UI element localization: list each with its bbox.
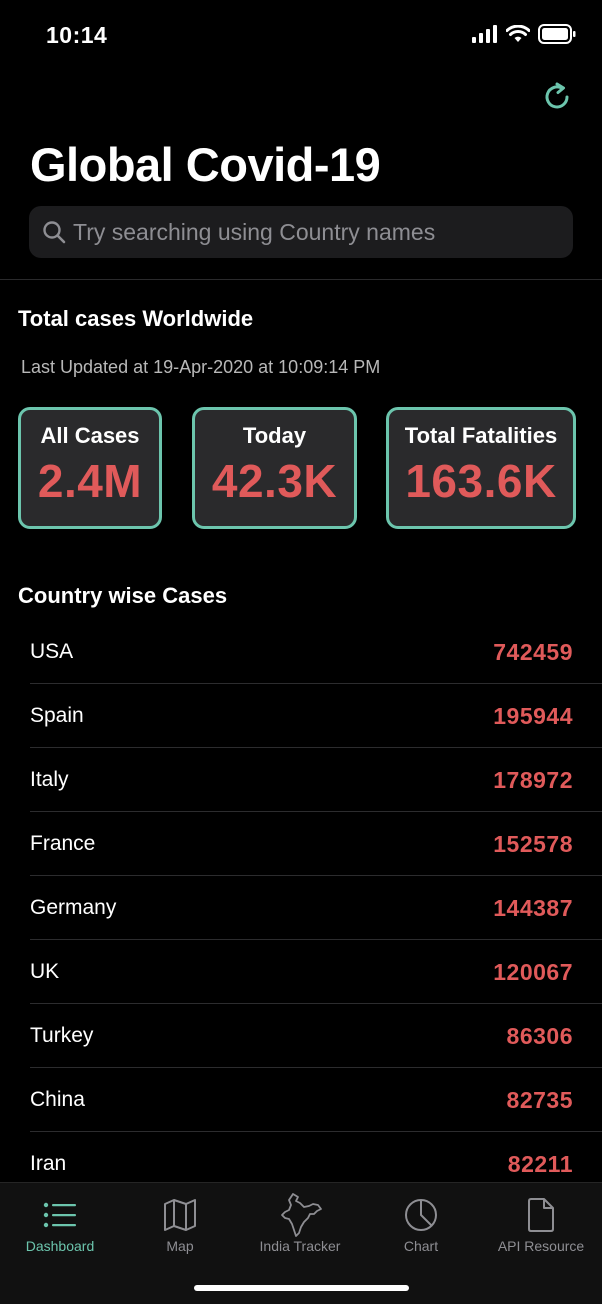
country-case-count: 178972 [493, 767, 573, 793]
stat-value: 163.6K [405, 455, 557, 507]
cellular-signal-icon [472, 25, 497, 43]
tab-chart[interactable]: Chart [361, 1183, 481, 1263]
country-row[interactable]: Italy 178972 [30, 748, 602, 812]
country-case-count: 120067 [493, 959, 573, 985]
country-case-count: 195944 [493, 703, 573, 729]
country-name: Spain [30, 704, 84, 727]
country-row[interactable]: USA 742459 [30, 620, 602, 684]
tab-india-tracker[interactable]: India Tracker [240, 1183, 360, 1263]
tab-label: Chart [403, 1238, 439, 1254]
country-list: USA 742459 Spain 195944 Italy 178972 Fra… [30, 620, 602, 1196]
country-row[interactable]: China 82735 [30, 1068, 602, 1132]
stat-card-all-cases[interactable]: All Cases 2.4M [18, 407, 162, 529]
tab-map[interactable]: Map [120, 1183, 240, 1263]
status-icons [472, 24, 576, 44]
wifi-icon [506, 25, 530, 42]
country-section-title: Country wise Cases [18, 583, 228, 608]
country-case-count: 742459 [493, 639, 573, 665]
country-name: France [30, 832, 96, 855]
country-name: USA [30, 640, 74, 663]
country-row[interactable]: Spain 195944 [30, 684, 602, 748]
map-icon [162, 1195, 198, 1235]
refresh-icon [545, 82, 569, 109]
tab-label: Map [166, 1238, 194, 1254]
stat-value: 2.4M [37, 455, 143, 507]
country-name: Iran [30, 1152, 67, 1175]
status-time: 10:14 [46, 22, 108, 48]
stat-label: All Cases [40, 423, 140, 448]
tab-label: India Tracker [259, 1238, 341, 1254]
list-icon [43, 1195, 77, 1235]
search-bar[interactable] [29, 206, 573, 258]
country-row[interactable]: Germany 144387 [30, 876, 602, 940]
search-input[interactable] [73, 218, 553, 246]
country-case-count: 152578 [493, 831, 573, 857]
status-bar: 10:14 [0, 0, 602, 72]
home-indicator[interactable] [194, 1285, 409, 1291]
country-name: Italy [30, 768, 69, 791]
country-name: Turkey [30, 1024, 94, 1047]
tab-label: Dashboard [25, 1238, 95, 1254]
pie-chart-icon [403, 1195, 439, 1235]
page-title: Global Covid-19 [30, 138, 381, 191]
stat-value: 42.3K [211, 455, 338, 507]
tab-dashboard[interactable]: Dashboard [0, 1183, 120, 1263]
stat-card-total-fatalities[interactable]: Total Fatalities 163.6K [386, 407, 576, 529]
country-row[interactable]: Turkey 86306 [30, 1004, 602, 1068]
stat-card-today[interactable]: Today 42.3K [192, 407, 357, 529]
battery-icon [538, 24, 576, 44]
country-name: China [30, 1088, 85, 1111]
country-case-count: 144387 [493, 895, 573, 921]
header-divider [0, 279, 602, 280]
document-icon [526, 1195, 556, 1235]
search-icon [43, 221, 66, 244]
refresh-button[interactable] [538, 78, 576, 116]
country-name: UK [30, 960, 60, 983]
country-case-count: 82211 [507, 1151, 573, 1177]
country-name: Germany [30, 896, 117, 919]
last-updated-text: Last Updated at 19-Apr-2020 at 10:09:14 … [21, 357, 381, 377]
tab-label: API Resource [497, 1238, 585, 1254]
worldwide-section-title: Total cases Worldwide [18, 306, 254, 331]
stat-label: Total Fatalities [404, 423, 558, 448]
country-row[interactable]: UK 120067 [30, 940, 602, 1004]
country-row[interactable]: France 152578 [30, 812, 602, 876]
tab-api-resource[interactable]: API Resource [481, 1183, 601, 1263]
country-case-count: 82735 [506, 1087, 573, 1113]
country-case-count: 86306 [506, 1023, 573, 1049]
stat-label: Today [242, 423, 307, 448]
india-map-icon [277, 1193, 323, 1237]
